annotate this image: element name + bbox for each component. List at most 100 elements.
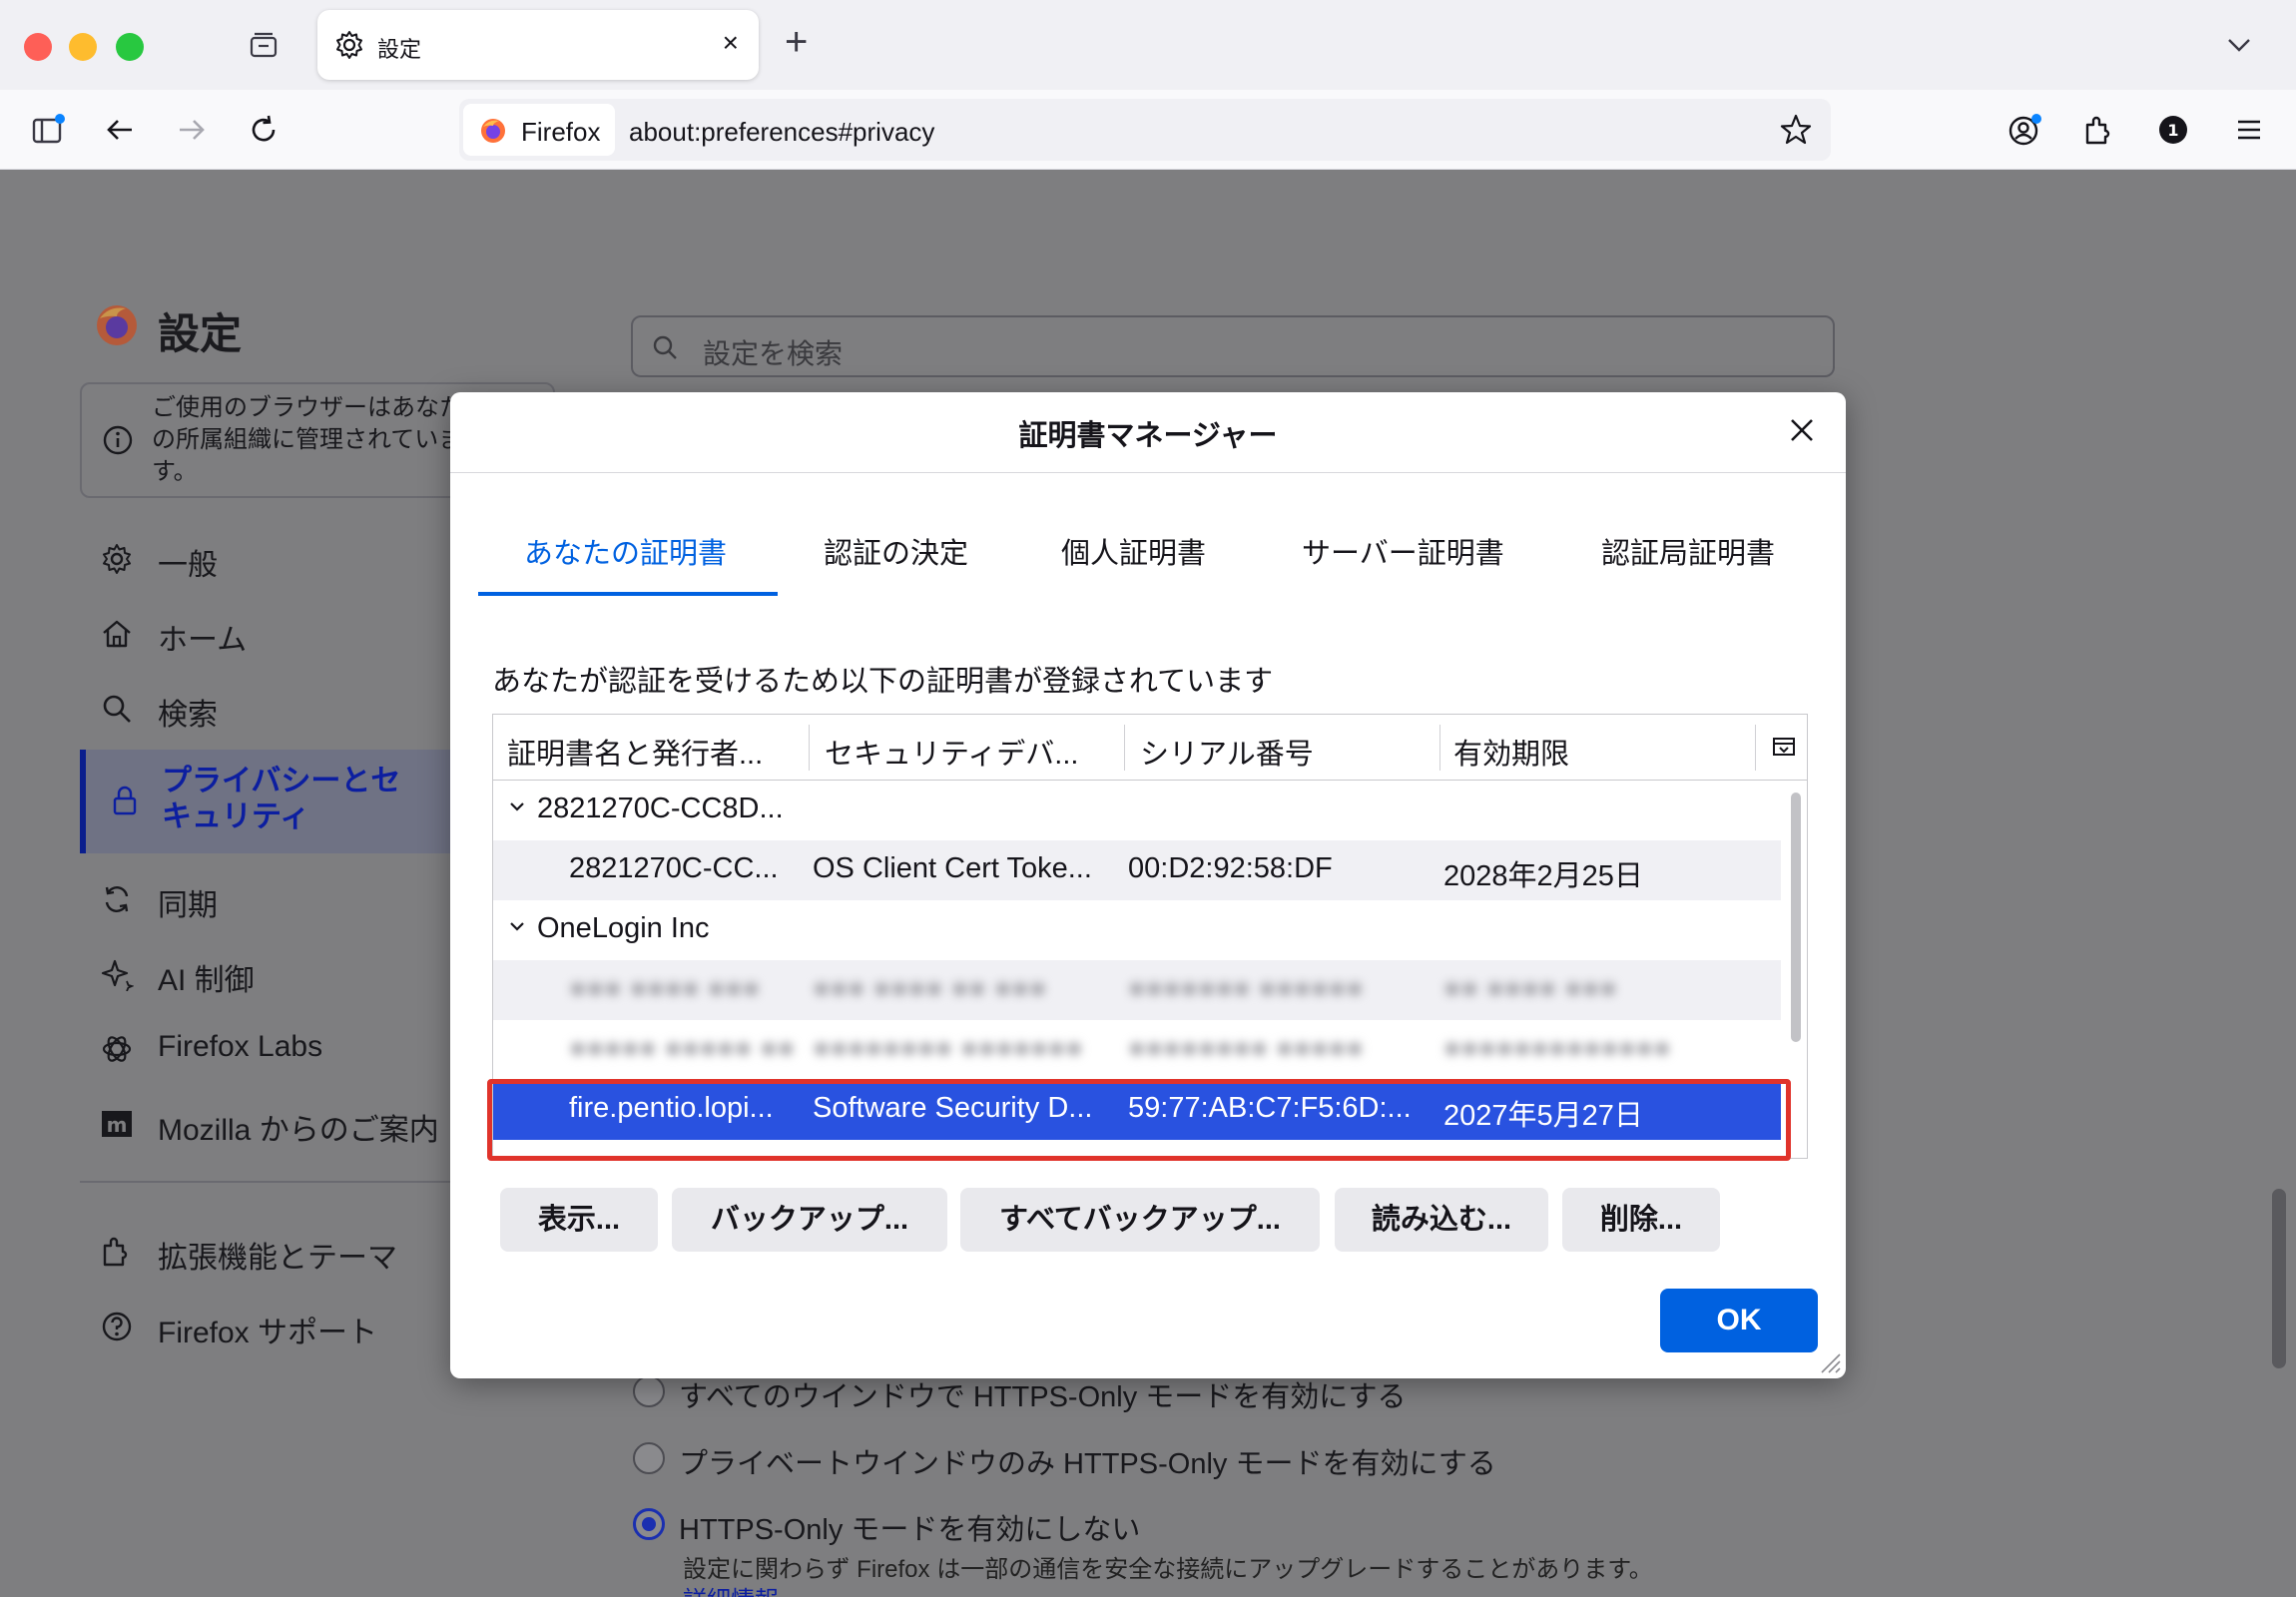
bookmark-star-icon[interactable] — [1779, 113, 1813, 147]
cert-serial-cell: ●●●●●●● ●●●●●● — [1128, 972, 1364, 1004]
svg-text:1: 1 — [2167, 121, 2178, 140]
column-header-expires[interactable]: 有効期限 — [1453, 731, 1569, 773]
import-button[interactable]: 読み込む... — [1335, 1188, 1548, 1252]
search-placeholder: 設定を検索 — [703, 338, 844, 369]
sparkle-icon — [101, 959, 134, 991]
radio-label: すべてのウインドウで HTTPS-Only モードを有効にする — [679, 1381, 1407, 1413]
tab-title: 設定 — [377, 37, 422, 62]
window-close-button[interactable] — [24, 33, 52, 61]
sidebar-item-label: 検索 — [158, 699, 218, 732]
managed-notice-text: ご使用のブラウザーはあなたの所属組織に管理されています。 — [152, 394, 463, 485]
column-picker-icon[interactable] — [1769, 733, 1799, 763]
chevron-down-icon[interactable] — [505, 795, 529, 818]
chevron-down-icon[interactable] — [505, 914, 529, 938]
column-header-serial[interactable]: シリアル番号 — [1140, 731, 1314, 773]
tree-scrollbar-thumb[interactable] — [1791, 793, 1801, 1042]
svg-text:m: m — [107, 1113, 128, 1137]
reload-button[interactable] — [244, 110, 284, 150]
account-button[interactable] — [2005, 110, 2044, 150]
column-separator[interactable] — [1755, 725, 1756, 771]
column-separator[interactable] — [1124, 725, 1125, 771]
onepassword-icon: 1 — [2159, 116, 2187, 144]
column-separator[interactable] — [1439, 725, 1440, 771]
url-text[interactable]: about:preferences#privacy — [629, 117, 934, 148]
backup-button[interactable]: バックアップ... — [672, 1188, 947, 1252]
column-header-name[interactable]: 証明書名と発行者... — [507, 731, 763, 773]
tree-group-row[interactable]: 2821270C-CC8D... — [493, 781, 1781, 840]
tab-people[interactable]: 個人証明書 — [1061, 530, 1206, 572]
sync-icon — [105, 886, 129, 912]
firefox-logo-icon — [97, 305, 137, 345]
dialog-description: あなたが認証を受けるため以下の証明書が登録されています — [492, 666, 1274, 698]
radio-button[interactable] — [633, 1375, 665, 1407]
sidebar-icon — [32, 114, 65, 144]
url-bar[interactable]: Firefox about:preferences#privacy — [459, 99, 1831, 161]
help-icon — [102, 1312, 132, 1341]
radio-button[interactable] — [633, 1442, 665, 1474]
app-menu-button[interactable] — [2229, 110, 2269, 150]
sidebar-divider — [80, 1181, 479, 1183]
tab-authentication-decisions[interactable]: 認証の決定 — [824, 530, 968, 572]
radio-button-checked[interactable] — [633, 1508, 665, 1540]
group-name: 2821270C-CC8D... — [537, 793, 784, 824]
group-name: OneLogin Inc — [537, 912, 710, 944]
back-button[interactable] — [100, 110, 140, 150]
sidebar-toggle-button[interactable] — [28, 110, 68, 150]
sidebar-item-label: AI 制御 — [158, 964, 255, 997]
cert-name-cell: ●●●●● ●●●●● ●● — [569, 1032, 796, 1064]
tree-group-row[interactable]: OneLogin Inc — [493, 900, 1781, 960]
certificate-row[interactable]: 2821270C-CC... OS Client Cert Toke... 00… — [493, 840, 1781, 900]
tab-bar: 設定 × + — [0, 0, 2296, 90]
tree-header: 証明書名と発行者... セキュリティデバ... シリアル番号 有効期限 — [493, 715, 1807, 781]
tab-close-button[interactable]: × — [723, 27, 739, 59]
account-icon — [2009, 114, 2041, 146]
close-icon[interactable] — [1784, 412, 1820, 448]
ok-button[interactable]: OK — [1660, 1289, 1818, 1352]
column-separator[interactable] — [809, 725, 810, 771]
extensions-button[interactable] — [2078, 110, 2118, 150]
certificate-manager-dialog: 証明書マネージャー あなたの証明書 認証の決定 個人証明書 サーバー証明書 認証… — [450, 392, 1846, 1378]
resize-grip-icon[interactable] — [1818, 1350, 1842, 1374]
certificate-row-redacted[interactable]: ●●●●● ●●●●● ●● ●●●●●●●● ●●●●●●● ●●●●●●●●… — [493, 1020, 1781, 1080]
gear-icon — [103, 544, 131, 574]
delete-button[interactable]: 削除... — [1562, 1188, 1720, 1252]
arrow-left-icon — [107, 120, 132, 140]
tab-settings[interactable]: 設定 × — [317, 10, 759, 80]
view-button[interactable]: 表示... — [500, 1188, 658, 1252]
sidebar-item-label: Firefox サポート — [158, 1317, 378, 1349]
lock-icon — [113, 786, 137, 815]
cert-device-cell: ●●●●●●●● ●●●●●●● — [813, 1032, 1083, 1064]
search-icon — [653, 335, 677, 359]
sidebar-item-label: Firefox Labs — [158, 1030, 323, 1063]
window-minimize-button[interactable] — [69, 33, 97, 61]
forward-button[interactable] — [172, 110, 212, 150]
window-zoom-button[interactable] — [116, 33, 144, 61]
tab-servers[interactable]: サーバー証明書 — [1302, 530, 1504, 572]
firefox-view-icon[interactable] — [248, 30, 280, 62]
backup-all-button[interactable]: すべてバックアップ... — [960, 1188, 1320, 1252]
tab-authorities[interactable]: 認証局証明書 — [1601, 530, 1775, 572]
certificate-row-redacted[interactable]: ●●● ●●●● ●●● ●●● ●●●● ●● ●●● ●●●●●●● ●●●… — [493, 960, 1781, 1020]
new-tab-button[interactable]: + — [785, 20, 808, 65]
cert-name-cell: 2821270C-CC... — [569, 852, 779, 884]
identity-label: Firefox — [521, 117, 601, 147]
password-manager-button[interactable]: 1 — [2153, 110, 2193, 150]
home-icon — [103, 620, 131, 648]
tab-your-certificates[interactable]: あなたの証明書 — [524, 530, 727, 572]
firefox-logo-icon — [481, 119, 505, 143]
radio-label: プライベートウインドウのみ HTTPS-Only モードを有効にする — [679, 1448, 1496, 1480]
chevron-down-icon[interactable] — [2224, 30, 2254, 60]
learn-more-link[interactable]: 詳細情報 — [683, 1580, 779, 1597]
navigation-toolbar: Firefox about:preferences#privacy 1 — [0, 90, 2296, 170]
sidebar-item-label: 拡張機能とテーマ — [158, 1242, 397, 1275]
page-scrollbar[interactable] — [2272, 1189, 2286, 1368]
search-icon — [103, 695, 131, 723]
https-only-note: 設定に関わらず Firefox は一部の通信を安全な接続にアップグレードすること… — [683, 1556, 1653, 1583]
sidebar-item-privacy[interactable]: プライバシーとセキュリティ — [80, 750, 459, 853]
identity-box[interactable]: Firefox — [463, 104, 615, 156]
column-header-device[interactable]: セキュリティデバ... — [825, 731, 1078, 773]
sidebar-item-label: プライバシーとセキュリティ — [162, 765, 401, 833]
hamburger-menu-icon — [2238, 120, 2260, 140]
settings-search-input[interactable]: 設定を検索 — [631, 315, 1835, 377]
labs-icon — [102, 1036, 132, 1062]
